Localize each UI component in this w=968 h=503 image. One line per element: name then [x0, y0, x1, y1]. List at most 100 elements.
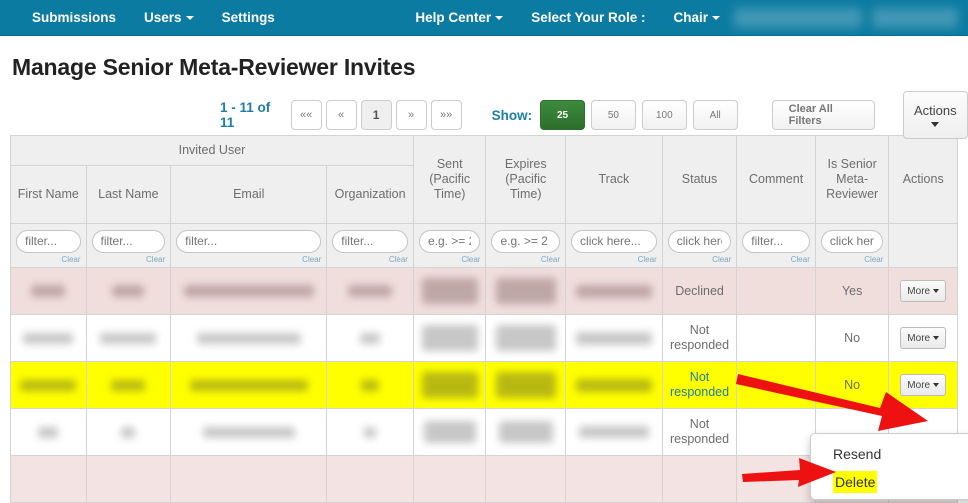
redacted-link[interactable] — [872, 7, 958, 28]
cell-last-name — [85, 267, 172, 315]
cell-last-name — [85, 361, 172, 409]
filter-cell-email: Clear — [170, 223, 328, 268]
column-header-organization[interactable]: Organization — [326, 165, 414, 224]
more-actions-dropdown-menu: Resend Delete — [810, 433, 968, 500]
cell-organization — [326, 267, 414, 315]
cell-comment — [736, 267, 816, 315]
filter-clear-organization[interactable]: Clear — [332, 255, 408, 264]
column-header-last-name[interactable]: Last Name — [85, 165, 172, 224]
cell-email — [170, 455, 328, 503]
page-size-100-button[interactable]: 100 — [641, 100, 687, 130]
pagination-first-button[interactable]: «« — [290, 100, 322, 130]
cell-track — [565, 408, 663, 456]
pagination-prev-button[interactable]: « — [325, 100, 357, 130]
cell-status — [661, 455, 738, 503]
more-button-active[interactable]: More — [900, 374, 947, 396]
table-row[interactable]: Not responded No More — [10, 361, 958, 409]
column-header-first-name[interactable]: First Name — [10, 165, 87, 224]
filter-input-comment[interactable] — [742, 229, 810, 253]
more-button-label: More — [907, 379, 931, 391]
nav-item-role-chair[interactable]: Chair — [659, 0, 734, 36]
filter-cell-last-name: Clear — [85, 223, 172, 268]
filter-input-organization[interactable] — [332, 229, 408, 253]
column-header-comment[interactable]: Comment — [736, 135, 816, 224]
navbar-left-group: Submissions Users Settings — [0, 0, 289, 36]
select-your-role-label: Select Your Role : — [517, 0, 659, 36]
menu-item-resend[interactable]: Resend — [811, 440, 968, 468]
column-header-sent[interactable]: Sent (Pacific Time) — [412, 135, 487, 224]
filter-clear-status[interactable]: Clear — [668, 255, 731, 264]
filter-cell-is-senior-meta-reviewer: Clear — [814, 223, 890, 268]
cell-sent — [412, 267, 487, 315]
cell-status: Declined — [661, 267, 738, 315]
cell-actions: More — [888, 267, 958, 315]
chevron-down-icon — [712, 15, 720, 20]
table-row[interactable]: Declined Yes More — [10, 267, 958, 315]
cell-expires — [485, 408, 567, 456]
filter-cell-first-name: Clear — [10, 223, 87, 268]
filter-input-expires[interactable] — [491, 229, 561, 253]
cell-status: Not responded — [661, 314, 738, 362]
cell-track — [565, 314, 663, 362]
cell-status: Not responded — [661, 408, 738, 456]
filter-cell-track: Clear — [565, 223, 663, 268]
column-header-actions: Actions — [888, 135, 958, 224]
cell-track — [565, 361, 663, 409]
table-toolbar: 1 - 11 of 11 «« « 1 » »» Show: 25 50 100… — [0, 81, 968, 139]
column-header-is-senior-meta-reviewer[interactable]: Is Senior Meta-Reviewer — [814, 135, 890, 224]
filter-cell-comment: Clear — [736, 223, 816, 268]
cell-first-name — [10, 314, 87, 362]
column-header-track[interactable]: Track — [565, 135, 663, 224]
column-header-expires[interactable]: Expires (Pacific Time) — [485, 135, 567, 224]
more-button[interactable]: More — [900, 327, 947, 349]
cell-last-name — [85, 455, 172, 503]
filter-input-email[interactable] — [176, 229, 322, 253]
filter-clear-sent[interactable]: Clear — [419, 255, 480, 264]
cell-track — [565, 455, 663, 503]
page-size-25-button[interactable]: 25 — [540, 100, 585, 130]
top-navbar: Submissions Users Settings Help Center S… — [0, 0, 968, 36]
filter-clear-last-name[interactable]: Clear — [92, 255, 165, 264]
page-size-all-button[interactable]: All — [692, 100, 738, 130]
clear-all-filters-button[interactable]: Clear All Filters — [771, 100, 875, 130]
filter-clear-email[interactable]: Clear — [176, 255, 321, 264]
nav-item-settings[interactable]: Settings — [208, 0, 289, 36]
more-button[interactable]: More — [900, 280, 947, 302]
cell-actions: More — [888, 361, 958, 409]
filter-clear-expires[interactable]: Clear — [491, 255, 560, 264]
more-button-label: More — [907, 332, 931, 344]
cell-is-senior-meta-reviewer: No — [814, 314, 890, 362]
filter-input-last-name[interactable] — [91, 229, 166, 253]
filter-input-status[interactable] — [667, 229, 732, 253]
filter-input-first-name[interactable] — [16, 229, 81, 253]
cell-sent — [412, 408, 487, 456]
column-header-status[interactable]: Status — [661, 135, 738, 224]
cell-expires — [485, 361, 567, 409]
nav-item-submissions[interactable]: Submissions — [18, 0, 130, 36]
cell-email — [170, 314, 328, 362]
filter-input-track[interactable] — [571, 229, 657, 253]
filter-clear-first-name[interactable]: Clear — [16, 255, 80, 264]
filter-clear-is-senior-meta-reviewer[interactable]: Clear — [821, 255, 883, 264]
page-size-50-button[interactable]: 50 — [590, 100, 636, 130]
actions-dropdown-button[interactable]: Actions — [902, 91, 968, 139]
cell-email — [170, 408, 328, 456]
cell-first-name — [10, 408, 87, 456]
filter-clear-track[interactable]: Clear — [571, 255, 657, 264]
pagination-last-button[interactable]: »» — [430, 100, 462, 130]
nav-item-help-center[interactable]: Help Center — [401, 0, 517, 36]
filter-input-is-senior-meta-reviewer[interactable] — [820, 229, 884, 253]
table-row[interactable]: Not responded No More — [10, 314, 958, 362]
menu-item-delete[interactable]: Delete — [833, 471, 878, 493]
filter-input-sent[interactable] — [418, 229, 481, 253]
column-header-email[interactable]: Email — [170, 165, 328, 224]
nav-item-users[interactable]: Users — [130, 0, 208, 36]
cell-is-senior-meta-reviewer: Yes — [814, 267, 890, 315]
redacted-user-name[interactable] — [734, 7, 862, 28]
pagination-next-button[interactable]: » — [395, 100, 427, 130]
cell-organization — [326, 455, 414, 503]
pagination-page-1-button[interactable]: 1 — [360, 100, 392, 130]
filter-clear-comment[interactable]: Clear — [742, 255, 810, 264]
chevron-down-icon — [931, 122, 940, 127]
pagination-controls: «« « 1 » »» — [290, 100, 466, 130]
